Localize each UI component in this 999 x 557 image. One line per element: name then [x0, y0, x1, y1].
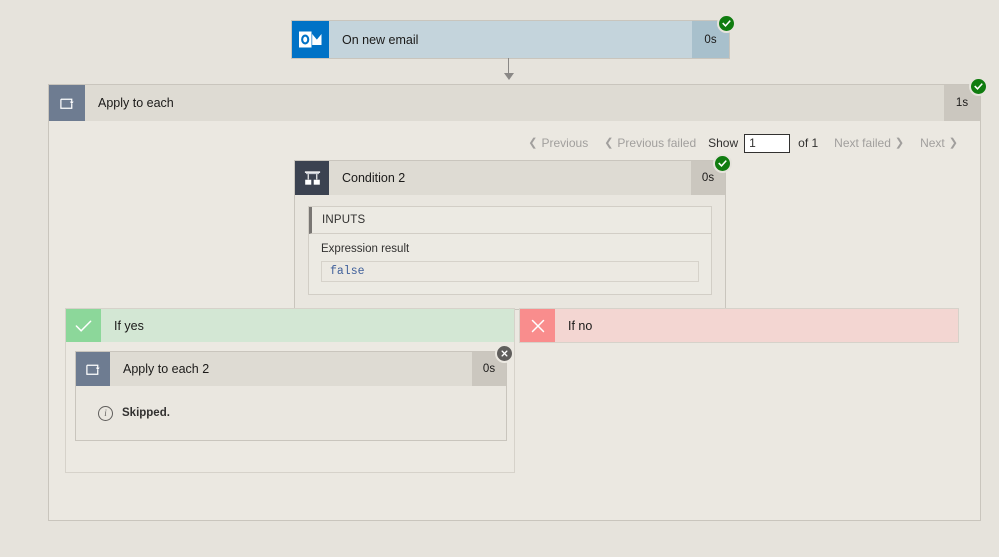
scope-status-succeeded-badge — [969, 77, 988, 96]
inputs-section-header[interactable]: INPUTS — [309, 207, 711, 234]
condition-status-succeeded-badge — [713, 154, 732, 173]
condition-body: INPUTS Expression result false — [295, 195, 725, 309]
nested-action-header[interactable]: Apply to each 2 0s — [76, 344, 514, 386]
checkmark-icon — [722, 20, 731, 27]
branch-if-yes: If yes Apply to each 2 0s i Skipped. — [65, 308, 515, 473]
condition-card: Condition 2 0s INPUTS Expression result … — [294, 154, 732, 310]
scope-header[interactable]: Apply to each 1s — [49, 77, 988, 121]
connector-arrowhead — [504, 73, 514, 80]
pager-next-failed-label: Next failed — [834, 136, 891, 150]
scope-apply-to-each: Apply to each 1s ❮ Previous ❮ Previous f… — [48, 77, 988, 521]
loop-icon — [49, 85, 85, 121]
pager-previous-label: Previous — [541, 136, 589, 150]
trigger-status-succeeded-badge — [717, 14, 736, 33]
branch-if-no: If no — [519, 308, 959, 343]
expression-result-value: false — [321, 261, 699, 282]
loop-icon-svg — [85, 364, 100, 375]
nested-action-apply-to-each-2: Apply to each 2 0s i Skipped. — [75, 344, 514, 441]
pager-previous-failed-button[interactable]: ❮ Previous failed — [596, 136, 704, 150]
chevron-left-icon: ❮ — [604, 136, 614, 149]
cross-icon — [520, 309, 555, 342]
pager-next-label: Next — [920, 136, 945, 150]
outlook-icon-svg — [299, 31, 322, 48]
trigger-title: On new email — [329, 21, 692, 58]
checkmark-icon — [974, 83, 983, 90]
nested-action-body: i Skipped. — [76, 386, 506, 440]
nested-action-status-skipped-badge — [495, 344, 514, 363]
condition-icon-svg — [304, 170, 320, 185]
inputs-section-body: Expression result false — [309, 234, 711, 294]
checkmark-icon — [66, 309, 101, 342]
info-icon: i — [98, 405, 113, 421]
chevron-right-icon: ❯ — [894, 136, 905, 149]
loop-icon-svg — [59, 98, 74, 109]
pager-page-input[interactable] — [744, 133, 791, 153]
loop-icon — [76, 352, 110, 386]
iteration-pager: ❮ Previous ❮ Previous failed Show of 1 N… — [520, 132, 966, 154]
pager-show-label: Show — [708, 136, 739, 150]
condition-header[interactable]: Condition 2 0s — [295, 154, 732, 195]
cross-icon-svg — [531, 319, 544, 332]
trigger-card-on-new-email[interactable]: On new email 0s — [292, 14, 736, 58]
condition-icon — [295, 161, 329, 195]
outlook-icon — [292, 21, 329, 58]
pager-next-button[interactable]: Next ❯ — [912, 136, 966, 150]
branch-if-no-header[interactable]: If no — [520, 309, 958, 342]
nested-action-title: Apply to each 2 — [110, 352, 472, 386]
expression-result-label: Expression result — [321, 243, 410, 255]
inputs-section: INPUTS Expression result false — [308, 206, 712, 295]
chevron-left-icon: ❮ — [528, 136, 538, 149]
pager-of-label: of 1 — [798, 136, 819, 150]
checkmark-icon — [718, 160, 727, 167]
pager-next-failed-button[interactable]: Next failed ❯ — [826, 136, 912, 150]
connector-arrow — [504, 58, 514, 80]
close-icon — [501, 350, 508, 357]
checkmark-icon-svg — [75, 319, 92, 332]
flow-run-canvas: On new email 0s Apply to each 1s ❮ Previ… — [0, 0, 999, 557]
branch-if-yes-header[interactable]: If yes — [66, 309, 514, 342]
chevron-right-icon: ❯ — [948, 136, 958, 149]
branch-if-yes-label: If yes — [101, 309, 514, 342]
pager-previous-button[interactable]: ❮ Previous — [520, 136, 596, 150]
branch-if-no-label: If no — [555, 309, 958, 342]
condition-title: Condition 2 — [329, 161, 691, 195]
nested-action-status-text: Skipped. — [122, 407, 170, 419]
pager-previous-failed-label: Previous failed — [617, 136, 697, 150]
scope-title: Apply to each — [85, 85, 944, 121]
